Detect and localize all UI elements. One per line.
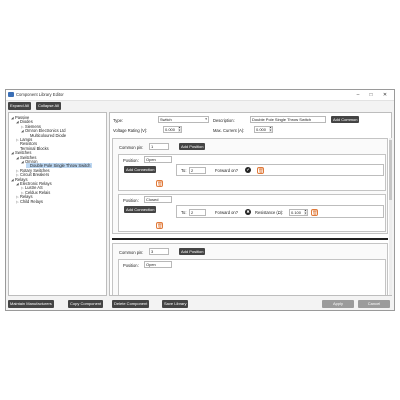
position-block: Position: Open: [118, 259, 386, 295]
top-toolbar: Expand All Collapse All: [6, 101, 394, 111]
to-pin-input[interactable]: 2: [189, 209, 206, 216]
type-label: Type:: [113, 118, 124, 123]
position-label: Position:: [123, 198, 139, 203]
commons-scroll-area[interactable]: Common pin: 1 Add Position Position: Ope…: [112, 138, 388, 295]
tree-item-label: Child Relays: [20, 198, 43, 204]
position-block: Position: Closed Add Connection To: 2 Fo…: [118, 194, 386, 232]
component-details-panel: Type: Switch ▾ Description: Double Pole …: [109, 112, 392, 296]
component-library-editor-window: Component Library Editor – □ ✕ Expand Al…: [5, 89, 395, 311]
add-position-button[interactable]: Add Position: [179, 143, 206, 150]
common-pin-input[interactable]: 3: [149, 248, 169, 255]
max-current-input[interactable]: 0.000 ▲ ▼: [254, 126, 273, 133]
scrollbar-thumb[interactable]: [389, 140, 392, 200]
resistance-input[interactable]: 0.100 ▲ ▼: [289, 209, 308, 216]
close-button[interactable]: ✕: [380, 91, 390, 99]
vertical-scrollbar[interactable]: [389, 138, 392, 295]
forward-on-check-icon[interactable]: ✔: [245, 167, 251, 173]
max-current-value: 0.000: [256, 127, 267, 132]
voltage-rating-input[interactable]: 0.000 ▲ ▼: [163, 126, 182, 133]
tree-item-label: Multicoloured Diode: [30, 132, 67, 138]
apply-button[interactable]: Apply: [322, 300, 354, 308]
to-label: To:: [181, 168, 187, 173]
trash-icon[interactable]: 🗑: [311, 209, 318, 216]
connection-row: To: 2 Forward on? ✖ Resistance (Ω): 0.10…: [176, 205, 384, 218]
to-label: To:: [181, 210, 187, 215]
position-label: Position:: [123, 263, 139, 268]
trash-icon[interactable]: 🗑: [156, 180, 163, 187]
spinner-arrows-icon[interactable]: ▲ ▼: [269, 127, 272, 132]
max-current-label: Max. Current (A):: [213, 128, 245, 133]
position-name-input[interactable]: Closed: [144, 196, 172, 203]
save-library-button[interactable]: Save Library: [162, 300, 189, 308]
add-position-button[interactable]: Add Position: [179, 248, 206, 255]
spinner-arrows-icon[interactable]: ▲ ▼: [178, 127, 181, 132]
spinner-arrows-icon[interactable]: ▲ ▼: [304, 210, 307, 215]
expand-all-button[interactable]: Expand All: [8, 102, 31, 110]
title-bar: Component Library Editor – □ ✕: [6, 90, 394, 101]
common-pin-input[interactable]: 1: [149, 143, 169, 150]
maximize-button[interactable]: □: [366, 91, 376, 99]
voltage-rating-label: Voltage Rating (V):: [113, 128, 148, 133]
add-connection-button[interactable]: Add Connection: [124, 206, 157, 213]
chevron-down-icon: ▾: [205, 117, 207, 121]
component-tree[interactable]: ◢Passive ◢Diodes ▷Siemens ◢Omron Electronic…: [8, 112, 107, 296]
add-common-button[interactable]: Add Common: [331, 116, 360, 123]
bottom-button-bar: Maintain Manufacturers Copy Component De…: [6, 297, 394, 310]
minimize-button[interactable]: –: [353, 91, 363, 99]
common-block: Common pin: 3 Add Position Position: Ope…: [112, 243, 388, 295]
common-pin-label: Common pin:: [119, 250, 144, 255]
to-pin-input[interactable]: 2: [189, 167, 206, 174]
common-divider: [112, 238, 388, 240]
description-label: Description:: [213, 118, 235, 123]
window-title: Component Library Editor: [16, 92, 64, 97]
resistance-value: 0.100: [291, 210, 302, 215]
tree-item[interactable]: ▷Child Relays: [16, 199, 43, 205]
description-input[interactable]: Double Pole Single Throw Switch: [250, 116, 326, 123]
type-select[interactable]: Switch ▾: [158, 116, 209, 123]
position-label: Position:: [123, 158, 139, 163]
trash-icon[interactable]: 🗑: [156, 222, 163, 229]
voltage-rating-value: 0.000: [165, 127, 176, 132]
forward-on-label: Forward on?: [215, 210, 238, 215]
common-block: Common pin: 1 Add Position Position: Ope…: [112, 138, 388, 234]
forward-off-cross-icon[interactable]: ✖: [245, 209, 251, 215]
app-icon: [8, 92, 14, 97]
position-name-input[interactable]: Open: [144, 156, 172, 163]
delete-component-button[interactable]: Delete Component: [112, 300, 150, 308]
connection-row: To: 2 Forward on? ✔ 🗑: [176, 164, 384, 176]
add-connection-button[interactable]: Add Connection: [124, 166, 157, 173]
type-select-value: Switch: [160, 117, 172, 122]
cancel-button[interactable]: Cancel: [358, 300, 390, 308]
common-pin-label: Common pin:: [119, 145, 144, 150]
maintain-manufacturers-button[interactable]: Maintain Manufacturers: [8, 300, 54, 308]
copy-component-button[interactable]: Copy Component: [68, 300, 104, 308]
resistance-label: Resistance (Ω):: [255, 210, 284, 215]
collapse-all-button[interactable]: Collapse All: [36, 102, 61, 110]
position-block: Position: Open Add Connection To: 2 Forw…: [118, 154, 386, 191]
position-name-input[interactable]: Open: [144, 261, 172, 268]
forward-on-label: Forward on?: [215, 168, 238, 173]
trash-icon[interactable]: 🗑: [257, 167, 264, 174]
